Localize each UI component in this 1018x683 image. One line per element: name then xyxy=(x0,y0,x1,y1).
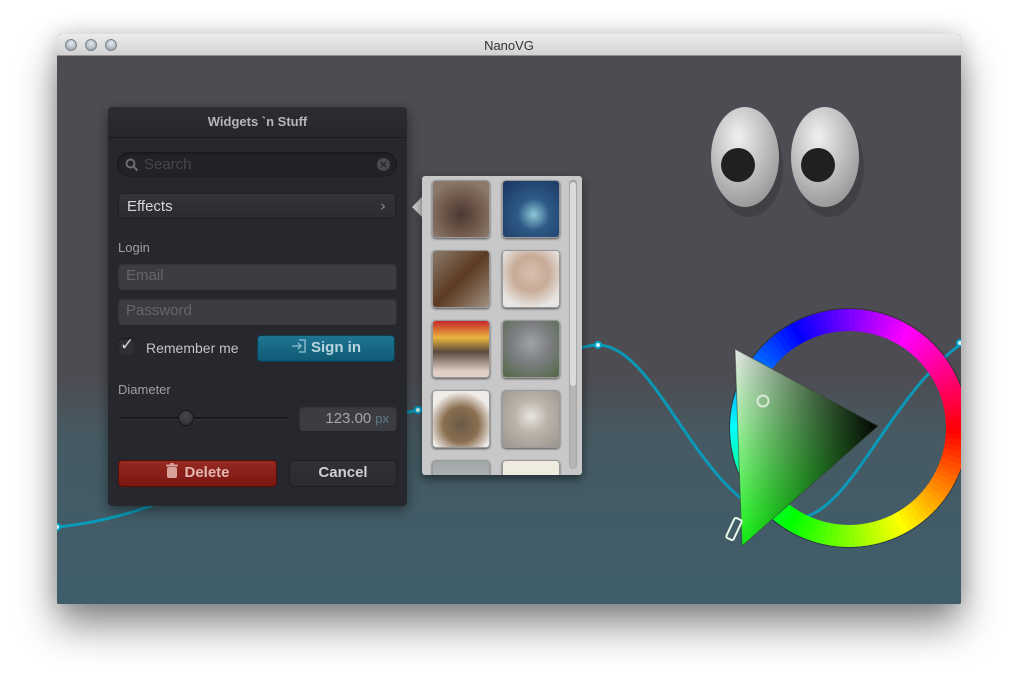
login-label: Login xyxy=(118,240,150,255)
title-bar[interactable]: NanoVG xyxy=(57,34,961,56)
scrollbar-thumb[interactable] xyxy=(570,182,576,386)
diameter-unit: px xyxy=(375,411,389,426)
popup-arrow xyxy=(412,197,422,217)
sign-in-button[interactable]: Sign in xyxy=(257,335,395,362)
panel-title: Widgets `n Stuff xyxy=(108,107,407,138)
curve-point xyxy=(594,341,602,349)
thumbnail-mouse[interactable] xyxy=(502,390,560,448)
cancel-button[interactable]: Cancel xyxy=(289,460,397,487)
thumbnail-baby-animal[interactable] xyxy=(502,320,560,378)
nanovg-canvas: Widgets `n Stuff Search × Effects › Logi… xyxy=(57,56,961,604)
search-input[interactable]: Search × xyxy=(117,152,397,177)
thumbnail-partial-2[interactable] xyxy=(502,460,560,475)
curve-point xyxy=(956,339,961,347)
cancel-label: Cancel xyxy=(318,464,368,481)
thumbnail-dog[interactable] xyxy=(432,180,490,238)
eyes xyxy=(711,107,864,217)
login-icon xyxy=(292,339,306,353)
trash-icon xyxy=(166,463,179,478)
widgets-panel: Widgets `n Stuff Search × Effects › Logi… xyxy=(108,107,407,506)
delete-label: Delete xyxy=(184,464,230,481)
checkmark-icon: ✓ xyxy=(120,335,135,355)
thumbnail-tortoise[interactable] xyxy=(432,390,490,448)
delete-button[interactable]: Delete xyxy=(118,460,277,487)
hue-marker[interactable] xyxy=(725,516,743,542)
remember-label[interactable]: Remember me xyxy=(146,340,239,356)
chevron-right-icon: › xyxy=(380,197,386,215)
thumbnail-jellyfish[interactable] xyxy=(502,180,560,238)
effects-dropdown[interactable]: Effects › xyxy=(118,193,396,219)
remember-checkbox[interactable]: ✓ xyxy=(118,335,135,355)
curve-point xyxy=(57,523,61,531)
left-pupil xyxy=(721,148,755,182)
dropdown-label: Effects xyxy=(127,198,173,215)
thumbnail-bunny[interactable] xyxy=(502,250,560,308)
diameter-label: Diameter xyxy=(118,382,171,397)
thumbnail-cat[interactable] xyxy=(432,320,490,378)
thumbnail-partial-1[interactable] xyxy=(432,460,490,475)
sign-in-label: Sign in xyxy=(311,339,361,356)
diameter-value: 123.00 xyxy=(325,410,372,427)
slider-knob[interactable] xyxy=(178,410,194,426)
right-pupil xyxy=(801,148,835,182)
email-placeholder: Email xyxy=(126,267,164,284)
curve-point xyxy=(414,406,422,414)
thumbnail-popup xyxy=(422,176,582,475)
clear-icon[interactable]: × xyxy=(377,158,390,171)
diameter-slider[interactable] xyxy=(120,417,288,420)
thumbnail-scrollbar[interactable] xyxy=(569,180,577,469)
window-title: NanoVG xyxy=(484,38,534,53)
diameter-input[interactable]: 123.00 px xyxy=(299,406,397,431)
password-placeholder: Password xyxy=(126,302,192,319)
app-window: NanoVG Widgets `n Stuff Search × Effects… xyxy=(57,34,961,604)
thumbnail-shrew[interactable] xyxy=(432,250,490,308)
password-field[interactable]: Password xyxy=(118,298,397,325)
hue-ring-segment[interactable] xyxy=(945,422,961,430)
search-icon xyxy=(125,158,139,172)
search-placeholder: Search xyxy=(144,156,192,173)
email-field[interactable]: Email xyxy=(118,263,397,290)
